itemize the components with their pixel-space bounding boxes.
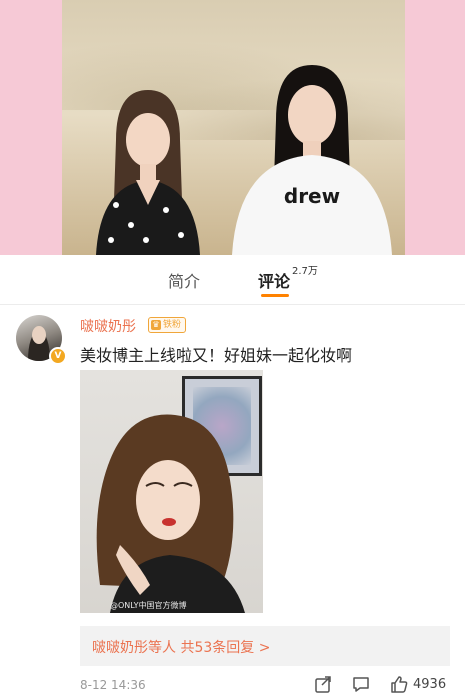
comment-text: 美妆博主上线啦又！好姐妹一起化妆啊 xyxy=(80,346,353,365)
replies-summary[interactable]: 啵啵奶彤等人 共53条回复 > xyxy=(80,626,450,666)
detail-tabs: 简介 评论2.7万 xyxy=(0,258,465,305)
crown-icon: ♛ xyxy=(151,320,161,330)
replies-link[interactable]: 啵啵奶彤等人 共53条回复 > xyxy=(92,637,270,657)
comment-icon[interactable] xyxy=(351,674,371,694)
fan-badge: ♛ 铁粉 xyxy=(148,317,187,333)
verified-icon: V xyxy=(49,347,67,365)
share-icon[interactable] xyxy=(313,674,333,694)
video-person-right: drew xyxy=(232,65,392,255)
video-person-left xyxy=(96,90,200,255)
tab-comments-label: 评论 xyxy=(258,272,291,291)
video-frame: drew xyxy=(62,0,405,255)
photo-portrait xyxy=(96,414,245,613)
tab-comments[interactable]: 评论2.7万 xyxy=(258,265,318,292)
comment-username[interactable]: 啵啵奶彤 xyxy=(80,316,136,336)
like-button[interactable]: 4936 xyxy=(389,674,446,694)
photo-watermark: @ONLY中国官方微博 xyxy=(110,601,187,610)
comments-count: 2.7万 xyxy=(292,265,318,277)
comment-time: 8-12 14:36 xyxy=(80,678,146,692)
video-player[interactable]: drew xyxy=(0,0,465,255)
like-icon xyxy=(391,676,408,693)
active-tab-indicator xyxy=(261,294,289,297)
like-count: 4936 xyxy=(413,676,447,692)
comment-photo[interactable]: @ONLY中国官方微博 xyxy=(80,370,263,613)
fan-badge-label: 铁粉 xyxy=(163,320,182,330)
tab-intro[interactable]: 简介 xyxy=(168,268,200,292)
shirt-print: drew xyxy=(284,184,340,208)
